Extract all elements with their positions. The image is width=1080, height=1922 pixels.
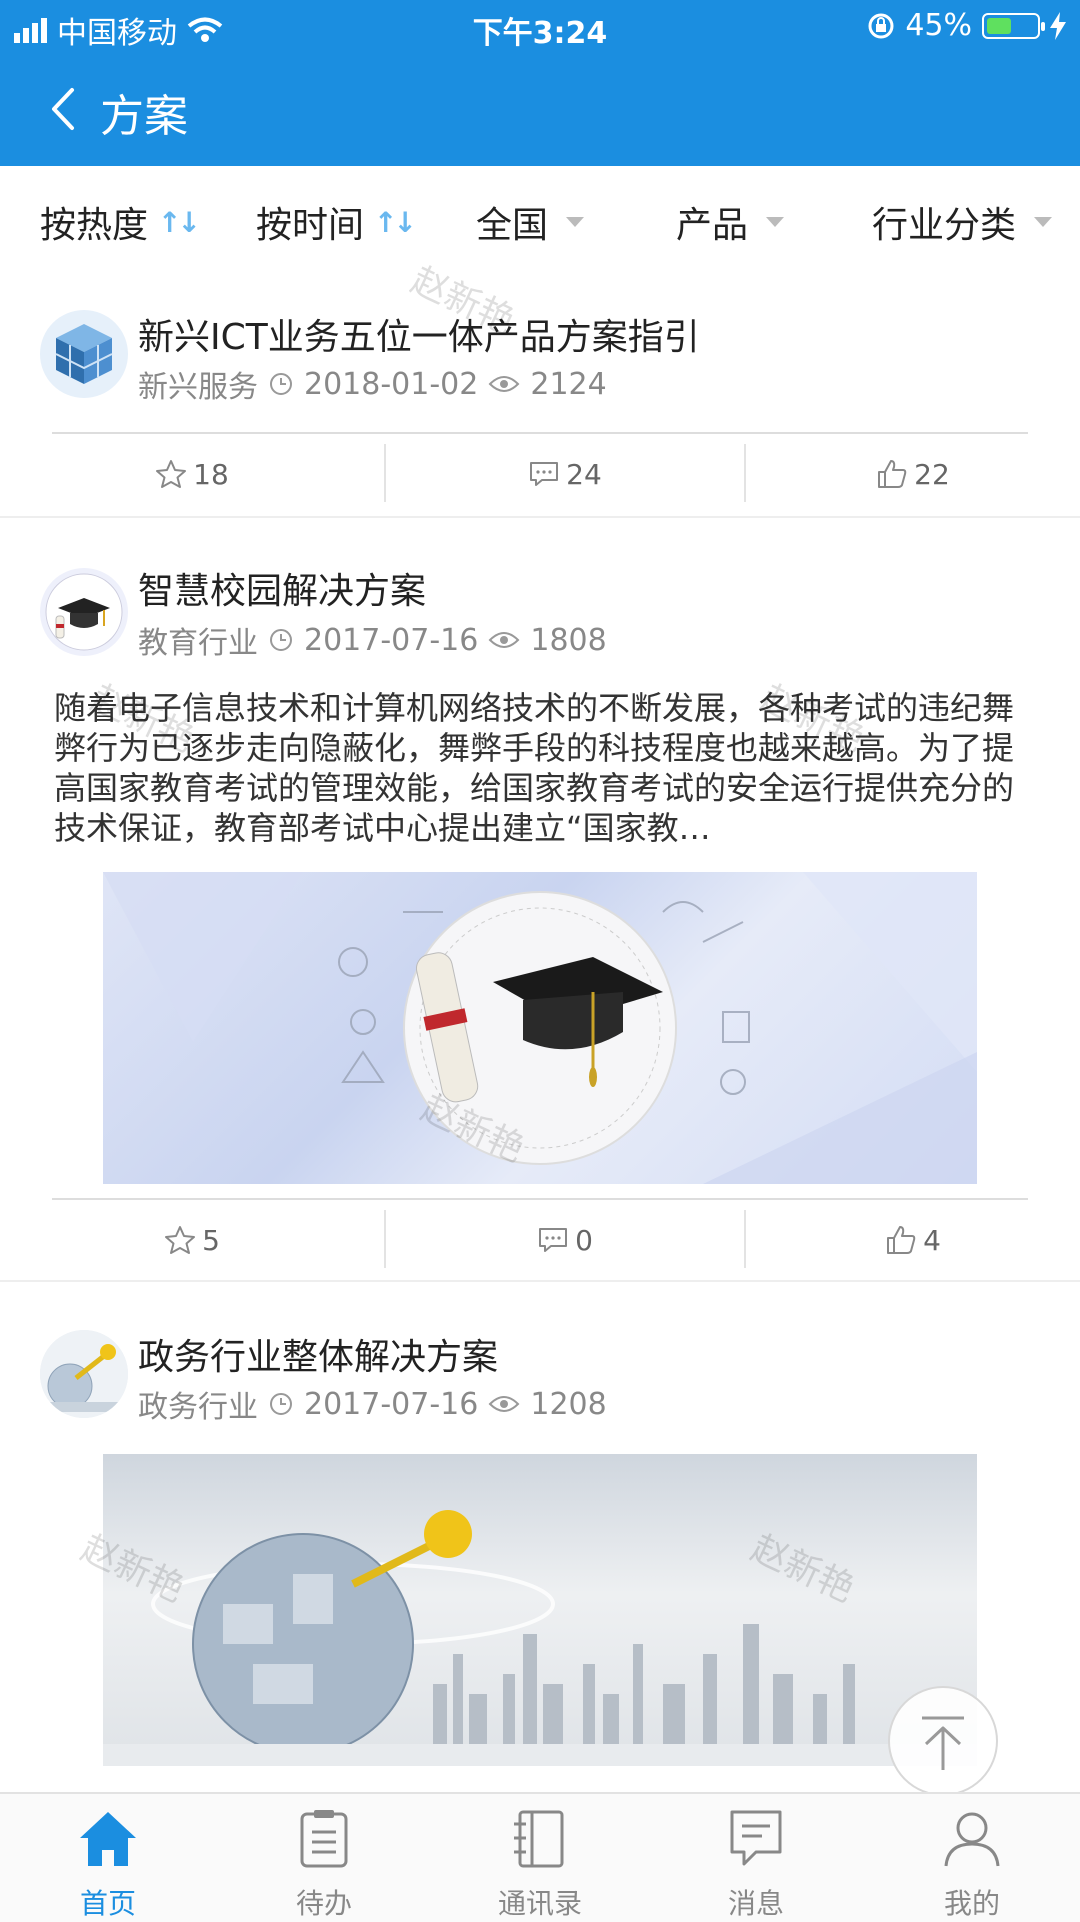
solution-card[interactable]: 智慧校园解决方案 教育行业 2017-07-16 1808 随着电子信息技术和计…	[0, 518, 1080, 1280]
clock-icon	[270, 373, 292, 395]
card-actions: 18 24 22	[0, 436, 1080, 512]
comment-icon	[530, 462, 559, 486]
tab-label: 消息	[727, 1887, 784, 1920]
filter-time-label: 按时间	[256, 205, 365, 246]
rotation-lock-icon	[868, 13, 894, 38]
tab-label: 待办	[295, 1887, 352, 1920]
top-bar: 中国移动 下午3:24 45% 方案	[0, 0, 1080, 166]
eye-icon	[488, 376, 520, 392]
divider	[52, 1198, 1028, 1200]
sort-icon: ↑↓	[374, 205, 417, 239]
comment-count: 0	[575, 1223, 593, 1257]
card-title[interactable]: 智慧校园解决方案	[138, 562, 426, 614]
contacts-book-icon	[514, 1810, 564, 1868]
filter-region-label: 全国	[476, 205, 549, 246]
charging-icon	[1050, 11, 1066, 40]
card-views: 1808	[530, 622, 607, 658]
comment-button[interactable]: 0	[386, 1202, 744, 1278]
tab-label: 我的	[943, 1887, 1000, 1920]
comment-button[interactable]: 24	[386, 436, 744, 512]
battery-icon	[982, 12, 1045, 39]
favorite-button[interactable]: 18	[0, 436, 384, 512]
tab-home[interactable]: 首页	[0, 1794, 216, 1922]
divider	[52, 432, 1028, 434]
filter-product[interactable]: 产品	[676, 196, 785, 248]
tab-label: 首页	[79, 1887, 136, 1920]
card-meta: 新兴服务 2018-01-02 2124	[138, 362, 607, 406]
filter-time[interactable]: 按时间 ↑↓	[256, 196, 417, 248]
tab-profile[interactable]: 我的	[864, 1794, 1080, 1922]
tab-contacts[interactable]: 通讯录	[432, 1794, 648, 1922]
clock-icon	[270, 629, 292, 651]
nav-bar: 方案	[0, 54, 1080, 166]
filter-region[interactable]: 全国	[476, 196, 585, 248]
card-actions: 5 0 4	[0, 1202, 1080, 1278]
person-icon	[944, 1812, 1000, 1867]
comment-icon	[539, 1228, 568, 1252]
thumbs-up-icon	[878, 460, 907, 488]
card-category: 教育行业	[138, 626, 258, 661]
cube-icon	[40, 310, 128, 398]
like-button[interactable]: 22	[746, 436, 1080, 512]
card-meta: 教育行业 2017-07-16 1808	[138, 618, 607, 662]
tab-todo[interactable]: 待办	[216, 1794, 432, 1922]
clock-icon	[270, 1393, 292, 1415]
filter-bar: 按热度 ↑↓ 按时间 ↑↓ 全国 产品 行业分类	[0, 166, 1080, 272]
clipboard-icon	[300, 1810, 348, 1868]
filter-industry[interactable]: 行业分类	[872, 196, 1053, 248]
card-date: 2017-07-16	[304, 622, 479, 658]
favorite-count: 18	[193, 457, 229, 491]
sort-icon: ↑↓	[158, 205, 201, 239]
favorite-count: 5	[202, 1223, 220, 1257]
solution-card[interactable]: 新兴ICT业务五位一体产品方案指引 新兴服务 2018-01-02 2124 1…	[0, 272, 1080, 516]
like-button[interactable]: 4	[746, 1202, 1080, 1278]
comment-count: 24	[566, 457, 602, 491]
card-meta: 政务行业 2017-07-16 1208	[138, 1382, 607, 1426]
card-date: 2018-01-02	[304, 366, 479, 402]
eye-icon	[488, 632, 520, 648]
eye-icon	[488, 1396, 520, 1412]
battery-percent: 45%	[905, 8, 972, 43]
filter-hot-label: 按热度	[40, 205, 149, 246]
tab-messages[interactable]: 消息	[648, 1794, 864, 1922]
card-image[interactable]	[103, 872, 977, 1184]
filter-product-label: 产品	[676, 205, 749, 246]
chevron-down-icon	[566, 217, 585, 227]
page-title: 方案	[100, 91, 188, 142]
card-views: 2124	[530, 366, 607, 402]
card-title[interactable]: 新兴ICT业务五位一体产品方案指引	[138, 308, 700, 360]
key-globe-icon	[40, 1330, 128, 1418]
thumbs-up-icon	[887, 1226, 916, 1254]
card-views: 1208	[530, 1386, 607, 1422]
card-category: 新兴服务	[138, 370, 258, 405]
favorite-button[interactable]: 5	[0, 1202, 384, 1278]
home-icon	[80, 1812, 136, 1866]
chevron-down-icon	[1034, 217, 1053, 227]
tab-label: 通讯录	[497, 1887, 582, 1920]
card-date: 2017-07-16	[304, 1386, 479, 1422]
arrow-up-icon	[922, 1716, 964, 1770]
card-summary: 随着电子信息技术和计算机网络技术的不断发展，各种考试的违纪舞弊行为已逐步走向隐蔽…	[54, 689, 1015, 847]
card-title[interactable]: 政务行业整体解决方案	[138, 1328, 498, 1380]
card-image[interactable]	[103, 1454, 977, 1766]
like-count: 22	[914, 457, 950, 491]
graduation-cap-icon	[40, 568, 128, 656]
star-icon	[156, 460, 187, 488]
star-icon	[165, 1226, 196, 1254]
back-to-top-button[interactable]	[888, 1686, 998, 1796]
filter-hot[interactable]: 按热度 ↑↓	[40, 196, 201, 248]
like-count: 4	[923, 1223, 941, 1257]
back-arrow-icon[interactable]	[40, 84, 90, 134]
filter-industry-label: 行业分类	[872, 205, 1017, 246]
tab-bar: 首页 待办 通讯录 消息 我的	[0, 1792, 1080, 1922]
message-icon	[730, 1810, 782, 1866]
status-bar: 中国移动 下午3:24 45%	[0, 0, 1080, 54]
chevron-down-icon	[766, 217, 785, 227]
card-category: 政务行业	[138, 1390, 258, 1425]
